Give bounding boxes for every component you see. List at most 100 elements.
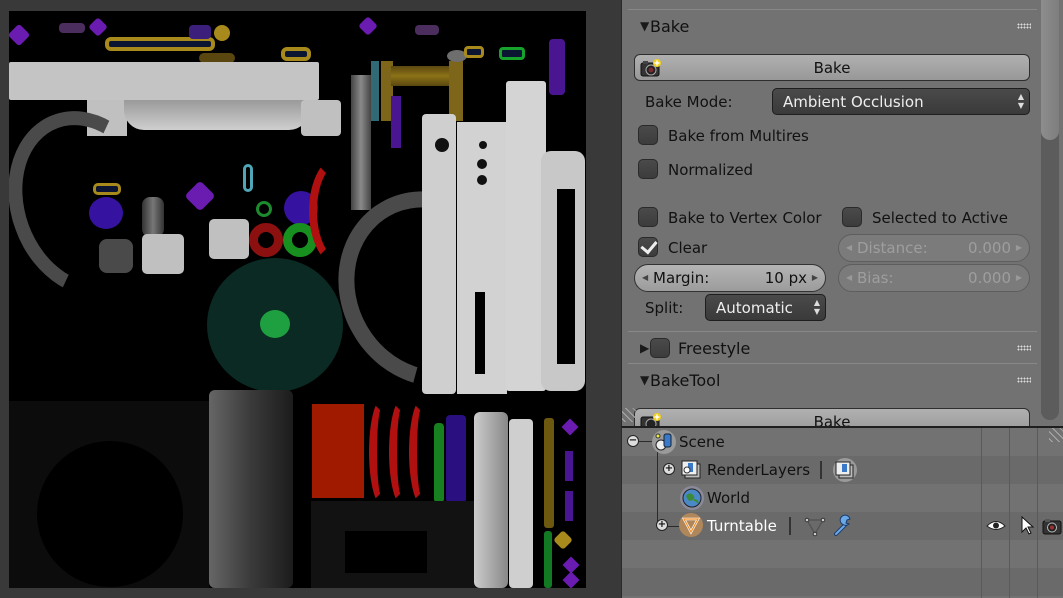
panel-drag-grip-icon[interactable] — [1017, 345, 1031, 351]
baketool-panel-header[interactable]: ▼ BakeTool — [628, 366, 1037, 394]
render-still-camera-icon — [640, 412, 662, 426]
uv-island — [409, 399, 435, 505]
selected-to-active-checkbox[interactable] — [842, 207, 862, 227]
mesh-data-icon[interactable] — [803, 514, 827, 538]
uv-texture-image[interactable] — [9, 11, 586, 588]
panel-drag-grip-icon[interactable] — [1017, 23, 1031, 29]
collapse-triangle-down-icon[interactable]: ▼ — [628, 373, 650, 387]
bias-label: Bias: — [857, 269, 894, 287]
margin-field[interactable]: ◀ Margin: 10 px ▶ — [634, 264, 826, 292]
uv-island — [477, 175, 487, 185]
distance-field[interactable]: ◀ Distance: 0.000 ▶ — [838, 234, 1030, 262]
outliner-item-renderlayers[interactable]: RenderLayers — [707, 461, 810, 479]
outliner-item-turntable[interactable]: Turntable — [707, 517, 777, 535]
world-icon — [680, 486, 704, 510]
distance-label: Distance: — [857, 239, 928, 257]
uv-island — [209, 219, 249, 259]
split-label: Split: — [645, 299, 684, 317]
uv-island — [477, 159, 487, 169]
bias-field[interactable]: ◀ Bias: 0.000 ▶ — [838, 264, 1030, 292]
uv-island — [37, 441, 183, 587]
modifier-wrench-icon[interactable] — [831, 514, 855, 538]
decrement-arrow-icon[interactable]: ◀ — [642, 273, 648, 282]
expand-plus-icon[interactable]: + — [656, 519, 668, 531]
bake-button[interactable]: Bake — [634, 54, 1030, 81]
bake-mode-label: Bake Mode: — [645, 93, 733, 111]
outliner-item-scene[interactable]: Scene — [679, 433, 725, 451]
uv-island — [249, 223, 283, 257]
outliner-row-empty — [622, 568, 1063, 596]
uv-island — [9, 62, 319, 100]
bake-panel-title: Bake — [650, 16, 690, 36]
decrement-arrow-icon[interactable]: ◀ — [846, 243, 852, 252]
scene-icon — [652, 430, 676, 454]
renderability-camera-icon[interactable] — [1040, 514, 1063, 538]
clear-checkbox[interactable] — [638, 237, 658, 257]
baketool-bake-label: Bake — [813, 412, 851, 427]
image-editor[interactable] — [0, 0, 621, 598]
clear-label: Clear — [668, 239, 708, 257]
freestyle-panel-title: Freestyle — [678, 338, 751, 358]
uv-island — [345, 531, 427, 573]
uv-island — [88, 17, 108, 37]
uv-island — [99, 239, 133, 273]
baketool-bake-button[interactable]: Bake — [634, 408, 1030, 426]
uv-island — [562, 571, 580, 588]
bake-to-vertex-color-checkbox[interactable] — [638, 207, 658, 227]
area-split-corner-icon[interactable] — [622, 408, 636, 422]
restrict-column-divider — [1037, 428, 1038, 598]
separator — [789, 517, 791, 535]
freestyle-panel-header[interactable]: ▶ Freestyle — [628, 334, 1037, 362]
uv-island — [281, 47, 311, 61]
uv-island — [301, 100, 341, 136]
bake-from-multires-checkbox[interactable] — [638, 125, 658, 145]
uv-island — [142, 234, 184, 274]
render-still-camera-icon — [640, 58, 662, 82]
panel-divider — [628, 331, 1037, 332]
increment-arrow-icon[interactable]: ▶ — [1016, 243, 1022, 252]
bias-value: 0.000 — [968, 269, 1011, 287]
uv-island — [506, 81, 546, 391]
collapse-triangle-down-icon[interactable]: ▼ — [628, 19, 650, 33]
bake-panel-header[interactable]: ▼ Bake — [628, 12, 1037, 40]
bake-mode-dropdown[interactable]: Ambient Occlusion ▲ ▼ — [772, 88, 1030, 115]
mesh-object-icon — [679, 513, 703, 537]
uv-island — [89, 197, 123, 229]
increment-arrow-icon[interactable]: ▶ — [812, 273, 818, 282]
baketool-panel-title: BakeTool — [650, 370, 721, 390]
area-split-corner-icon[interactable] — [1049, 428, 1063, 442]
uv-island — [209, 390, 293, 588]
freestyle-enable-checkbox[interactable] — [650, 338, 670, 358]
uv-island — [435, 138, 449, 152]
increment-arrow-icon[interactable]: ▶ — [1016, 273, 1022, 282]
normalized-checkbox[interactable] — [638, 159, 658, 179]
outliner: − Scene + RenderLayers World + Turntable — [621, 426, 1063, 598]
uv-island — [243, 164, 253, 192]
decrement-arrow-icon[interactable]: ◀ — [846, 273, 852, 282]
split-value: Automatic — [716, 298, 793, 317]
uv-island — [142, 197, 164, 237]
panel-drag-grip-icon[interactable] — [1017, 377, 1031, 383]
outliner-item-world[interactable]: World — [707, 489, 750, 507]
panel-divider — [628, 9, 1037, 10]
visibility-eye-icon[interactable] — [984, 514, 1008, 538]
uv-island — [124, 100, 309, 130]
split-dropdown[interactable]: Automatic ▲ ▼ — [705, 294, 826, 321]
uv-island — [509, 419, 533, 588]
scrollbar-thumb[interactable] — [1041, 0, 1059, 140]
uv-island — [422, 114, 456, 394]
expand-plus-icon[interactable]: + — [663, 463, 675, 475]
uv-island — [415, 25, 439, 35]
selectability-cursor-icon[interactable] — [1014, 514, 1038, 538]
selected-to-active-label: Selected to Active — [872, 209, 1009, 227]
expand-triangle-right-icon[interactable]: ▶ — [628, 341, 650, 355]
bake-from-multires-label: Bake from Multires — [668, 127, 809, 145]
render-layer-icon[interactable] — [833, 458, 857, 482]
uv-island — [475, 292, 485, 374]
uv-island — [434, 423, 444, 503]
blender-window: ▼ Bake Bake Bake Mode: Ambient Occlusion — [0, 0, 1063, 598]
restrict-column-divider — [981, 428, 982, 598]
separator — [820, 461, 822, 479]
uv-island — [312, 404, 364, 498]
collapse-minus-icon[interactable]: − — [627, 435, 639, 447]
